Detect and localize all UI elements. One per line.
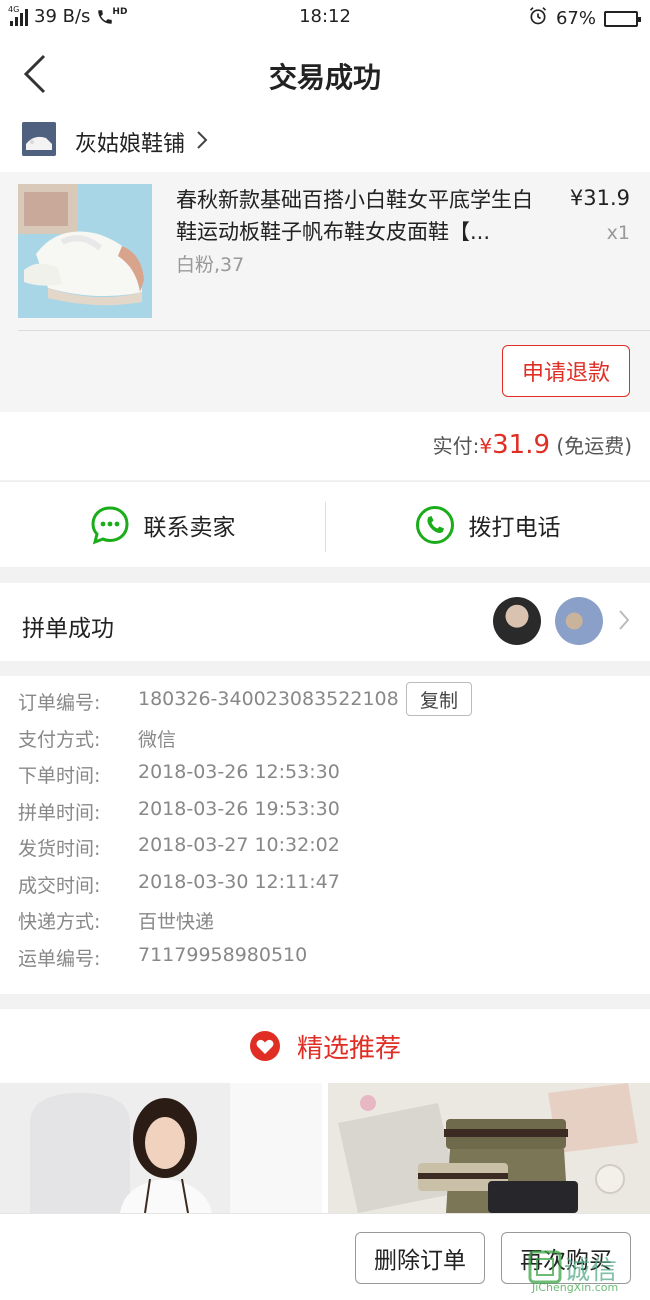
detail-value: 2018-03-30 12:11:47	[138, 870, 340, 893]
detail-row-order-no: 订单编号: 180326-340023083522108 复制	[0, 682, 650, 725]
detail-row-tracking-no: 运单编号: 71179958980510	[0, 944, 650, 981]
contact-seller-button[interactable]: 联系卖家	[0, 482, 325, 568]
detail-row-payment: 支付方式: 微信	[0, 725, 650, 762]
status-bar: 4G 39 B/s HD 18:12 67%	[0, 0, 650, 34]
call-phone-label: 拨打电话	[468, 515, 561, 541]
detail-value: 2018-03-26 12:53:30	[138, 761, 340, 783]
detail-row-group-time: 拼单时间: 2018-03-26 19:53:30	[0, 798, 650, 835]
detail-value: 2018-03-26 19:53:30	[138, 797, 340, 820]
heart-icon	[249, 1031, 280, 1061]
contact-row: 联系卖家 拨打电话	[0, 481, 650, 567]
detail-row-courier: 快递方式: 百世快递	[0, 907, 650, 944]
detail-value: 71179958980510	[138, 943, 308, 966]
detail-value: 微信	[138, 728, 177, 751]
product-quantity: x1	[606, 222, 630, 244]
status-right: 67%	[528, 6, 641, 31]
payment-amount: 31.9	[492, 430, 551, 460]
group-buy-row[interactable]: 拼单成功	[0, 583, 650, 661]
recommend-title: 精选推荐	[296, 1033, 401, 1064]
copy-button[interactable]: 复制	[406, 682, 472, 716]
page-header: 交易成功	[0, 34, 650, 114]
product-price: ¥31.9	[569, 186, 630, 210]
detail-label: 运单编号:	[18, 947, 101, 970]
detail-label: 订单编号:	[18, 692, 101, 714]
detail-label: 下单时间:	[18, 765, 101, 787]
alarm-icon	[528, 6, 548, 31]
product-title[interactable]: 春秋新款基础百搭小白鞋女平底学生白鞋运动板鞋子帆布鞋女皮面鞋【...	[176, 184, 546, 248]
shop-name[interactable]: 灰姑娘鞋铺	[75, 126, 185, 158]
call-phone-button[interactable]: 拨打电话	[325, 482, 650, 568]
page-title: 交易成功	[268, 61, 381, 94]
product-spec: 白粉,37	[176, 254, 245, 276]
chat-bubble-icon	[90, 506, 129, 545]
shop-avatar	[22, 122, 56, 156]
recommend-grid	[0, 1083, 650, 1213]
recommend-header: 精选推荐	[0, 1009, 650, 1083]
product-image[interactable]	[18, 184, 152, 318]
refund-button[interactable]: 申请退款	[502, 345, 630, 397]
detail-value: 2018-03-27 10:32:02	[138, 834, 340, 856]
detail-label: 成交时间:	[18, 874, 101, 897]
detail-row-order-time: 下单时间: 2018-03-26 12:53:30	[0, 761, 650, 798]
contact-seller-label: 联系卖家	[143, 515, 236, 541]
order-number: 180326-340023083522108	[138, 688, 399, 710]
shipping-note: (免运费)	[556, 434, 632, 458]
detail-row-deal-time: 成交时间: 2018-03-30 12:11:47	[0, 871, 650, 908]
detail-label: 发货时间:	[18, 838, 101, 860]
order-details: 订单编号: 180326-340023083522108 复制 支付方式: 微信…	[0, 676, 650, 994]
phone-icon	[415, 506, 454, 544]
recommend-product-image[interactable]	[328, 1083, 650, 1213]
payment-label: 实付:	[432, 434, 480, 458]
detail-value: 百世快递	[138, 911, 215, 933]
chevron-right-icon	[619, 610, 630, 630]
detail-label: 支付方式:	[18, 728, 101, 751]
detail-label: 快递方式:	[18, 911, 101, 933]
battery-percent: 67%	[555, 8, 596, 29]
avatar[interactable]	[493, 597, 541, 645]
divider	[18, 330, 650, 331]
payment-summary: 实付:¥31.9 (免运费)	[0, 412, 650, 480]
shop-row[interactable]: 灰姑娘鞋铺	[0, 114, 650, 172]
delete-order-button[interactable]: 删除订单	[355, 1232, 485, 1284]
avatar[interactable]	[555, 597, 603, 645]
group-buy-status: 拼单成功	[22, 616, 114, 642]
product-card[interactable]: 春秋新款基础百搭小白鞋女平底学生白鞋运动板鞋子帆布鞋女皮面鞋【... 白粉,37…	[0, 172, 650, 412]
recommend-product-image[interactable]	[0, 1083, 322, 1213]
watermark-url: JiChengXin.com	[532, 1281, 619, 1294]
bottom-action-bar: 删除订单 再次购买 诚信 JiChengXin.com	[0, 1213, 650, 1300]
chevron-right-icon	[197, 131, 208, 149]
watermark: 诚信 JiChengXin.com	[528, 1246, 648, 1296]
battery-icon	[604, 10, 641, 27]
watermark-logo-icon	[528, 1250, 562, 1284]
detail-label: 拼单时间:	[18, 801, 101, 824]
payment-currency: ¥	[479, 434, 493, 458]
detail-row-ship-time: 发货时间: 2018-03-27 10:32:02	[0, 834, 650, 871]
